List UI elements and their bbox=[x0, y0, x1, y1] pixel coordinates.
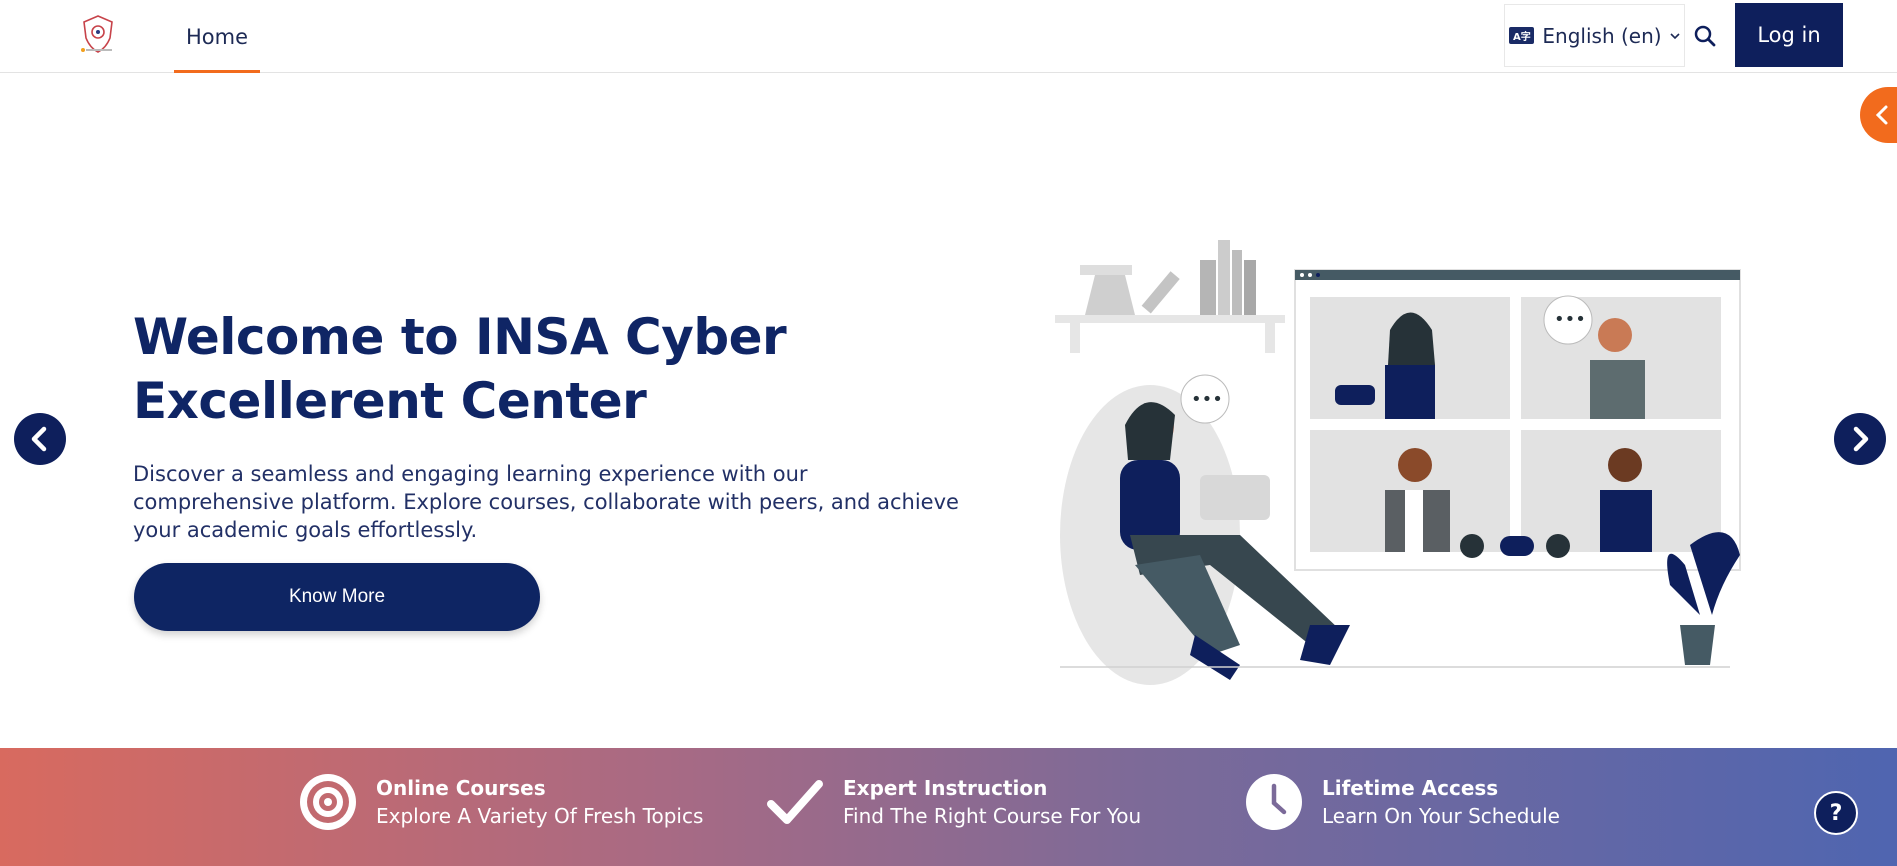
help-button[interactable]: ? bbox=[1814, 791, 1858, 835]
chevron-down-icon bbox=[1670, 29, 1680, 43]
know-more-label: Know More bbox=[288, 586, 386, 607]
search-icon bbox=[1694, 25, 1716, 47]
svg-text:•••: ••• bbox=[1191, 389, 1223, 410]
feature-lifetime-access: Lifetime Access Learn On Your Schedule bbox=[1244, 772, 1560, 832]
carousel-next-button[interactable] bbox=[1834, 413, 1886, 465]
language-label: English (en) bbox=[1542, 23, 1662, 48]
feature-subtitle: Find The Right Course For You bbox=[843, 804, 1142, 828]
login-label: Log in bbox=[1757, 23, 1821, 47]
nav-home-link[interactable]: Home bbox=[174, 0, 261, 73]
help-label: ? bbox=[1829, 800, 1843, 826]
online-learning-illustration: ••• ••• bbox=[1055, 240, 1741, 685]
hero-title-line2: Excellerent Center bbox=[133, 372, 647, 430]
nav-home-label: Home bbox=[186, 24, 249, 49]
clock-icon bbox=[1244, 772, 1304, 832]
carousel-prev-button[interactable] bbox=[14, 413, 66, 465]
chevron-left-icon bbox=[31, 426, 47, 452]
chevron-left-icon bbox=[1875, 105, 1888, 125]
target-icon bbox=[298, 772, 358, 832]
search-button[interactable] bbox=[1690, 18, 1720, 54]
feature-title: Online Courses bbox=[376, 776, 546, 800]
feature-expert-instruction: Expert Instruction Find The Right Course… bbox=[765, 772, 1141, 832]
check-icon bbox=[765, 772, 825, 832]
drawer-toggle-button[interactable] bbox=[1860, 87, 1897, 143]
chevron-right-icon bbox=[1853, 426, 1869, 452]
login-button[interactable]: Log in bbox=[1735, 3, 1843, 67]
hero-title: Welcome to INSA Cyber Excellerent Center bbox=[133, 305, 853, 433]
feature-subtitle: Learn On Your Schedule bbox=[1322, 804, 1560, 828]
language-selector[interactable]: A字 English (en) bbox=[1504, 4, 1685, 67]
feature-title: Lifetime Access bbox=[1322, 776, 1499, 800]
feature-title: Expert Instruction bbox=[843, 776, 1048, 800]
know-more-button[interactable]: Know More bbox=[134, 563, 540, 631]
language-icon: A字 bbox=[1509, 27, 1535, 44]
feature-band: Online Courses Explore A Variety Of Fres… bbox=[0, 748, 1897, 866]
hero-title-line1: Welcome to INSA Cyber bbox=[133, 308, 787, 366]
top-navbar: Home A字 English (en) Log in bbox=[0, 0, 1897, 73]
hero-description: Discover a seamless and engaging learnin… bbox=[133, 462, 959, 542]
site-logo[interactable] bbox=[76, 12, 120, 56]
feature-online-courses: Online Courses Explore A Variety Of Fres… bbox=[298, 772, 703, 832]
svg-text:•••: ••• bbox=[1554, 309, 1586, 330]
feature-subtitle: Explore A Variety Of Fresh Topics bbox=[376, 804, 704, 828]
